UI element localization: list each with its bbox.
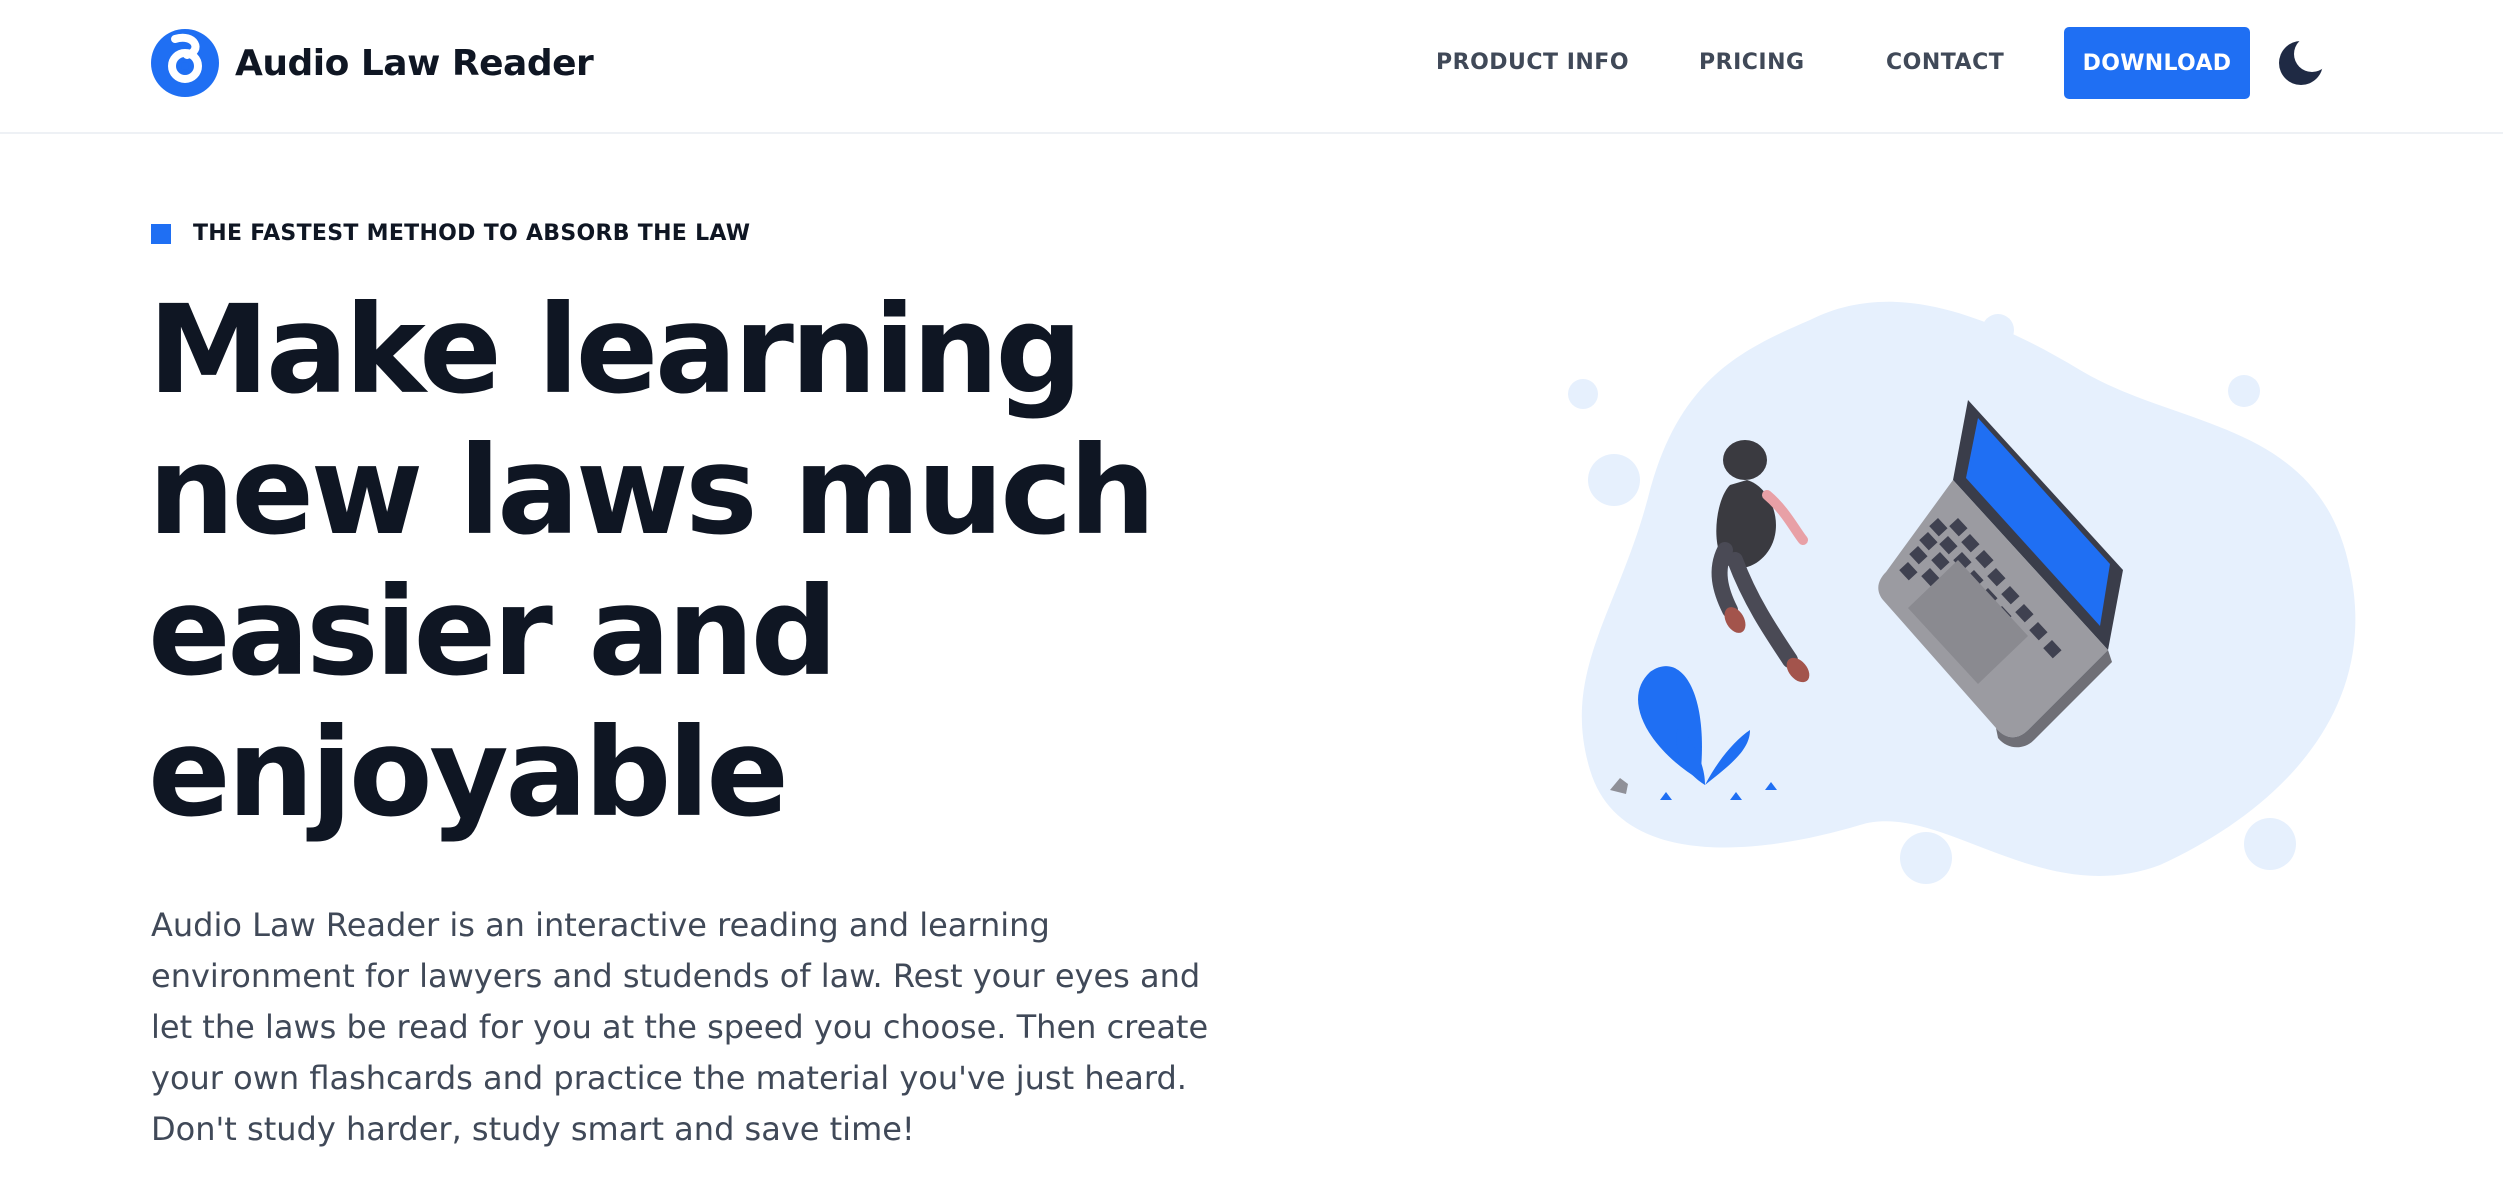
download-button[interactable]: DOWNLOAD	[2064, 27, 2250, 99]
bubble	[1982, 314, 2014, 346]
hero-headline: Make learning new laws much easier and e…	[148, 280, 1298, 844]
bubble	[1900, 832, 1952, 884]
eyebrow-square-icon	[151, 223, 171, 244]
headline-line-3: easier and	[148, 561, 838, 703]
headline-line-2: new laws much	[148, 420, 1156, 562]
person-walking-to-laptop-illustration	[1568, 301, 2356, 884]
bubble	[1588, 454, 1640, 506]
nav-pricing[interactable]: PRICING	[1699, 50, 1805, 75]
eyebrow-text: THE FASTEST METHOD TO ABSORB THE LAW	[193, 221, 751, 246]
brand-logo-icon	[151, 29, 219, 97]
brand-name: Audio Law Reader	[235, 42, 594, 84]
bubble	[2228, 375, 2260, 407]
moon-icon[interactable]	[2276, 38, 2326, 88]
bubble	[2244, 818, 2296, 870]
headline-line-1: Make learning	[148, 279, 1083, 421]
bubble	[1568, 379, 1598, 409]
hero-eyebrow: THE FASTEST METHOD TO ABSORB THE LAW	[151, 221, 750, 246]
nav-contact[interactable]: CONTACT	[1886, 50, 2004, 75]
brand-logo[interactable]: Audio Law Reader	[151, 29, 594, 97]
site-header: Audio Law Reader PRODUCT INFO PRICING CO…	[0, 0, 2503, 134]
hero-description: Audio Law Reader is an interactive readi…	[151, 906, 1209, 1148]
nav-product-info[interactable]: PRODUCT INFO	[1436, 50, 1629, 75]
headline-line-4: enjoyable	[148, 702, 789, 844]
